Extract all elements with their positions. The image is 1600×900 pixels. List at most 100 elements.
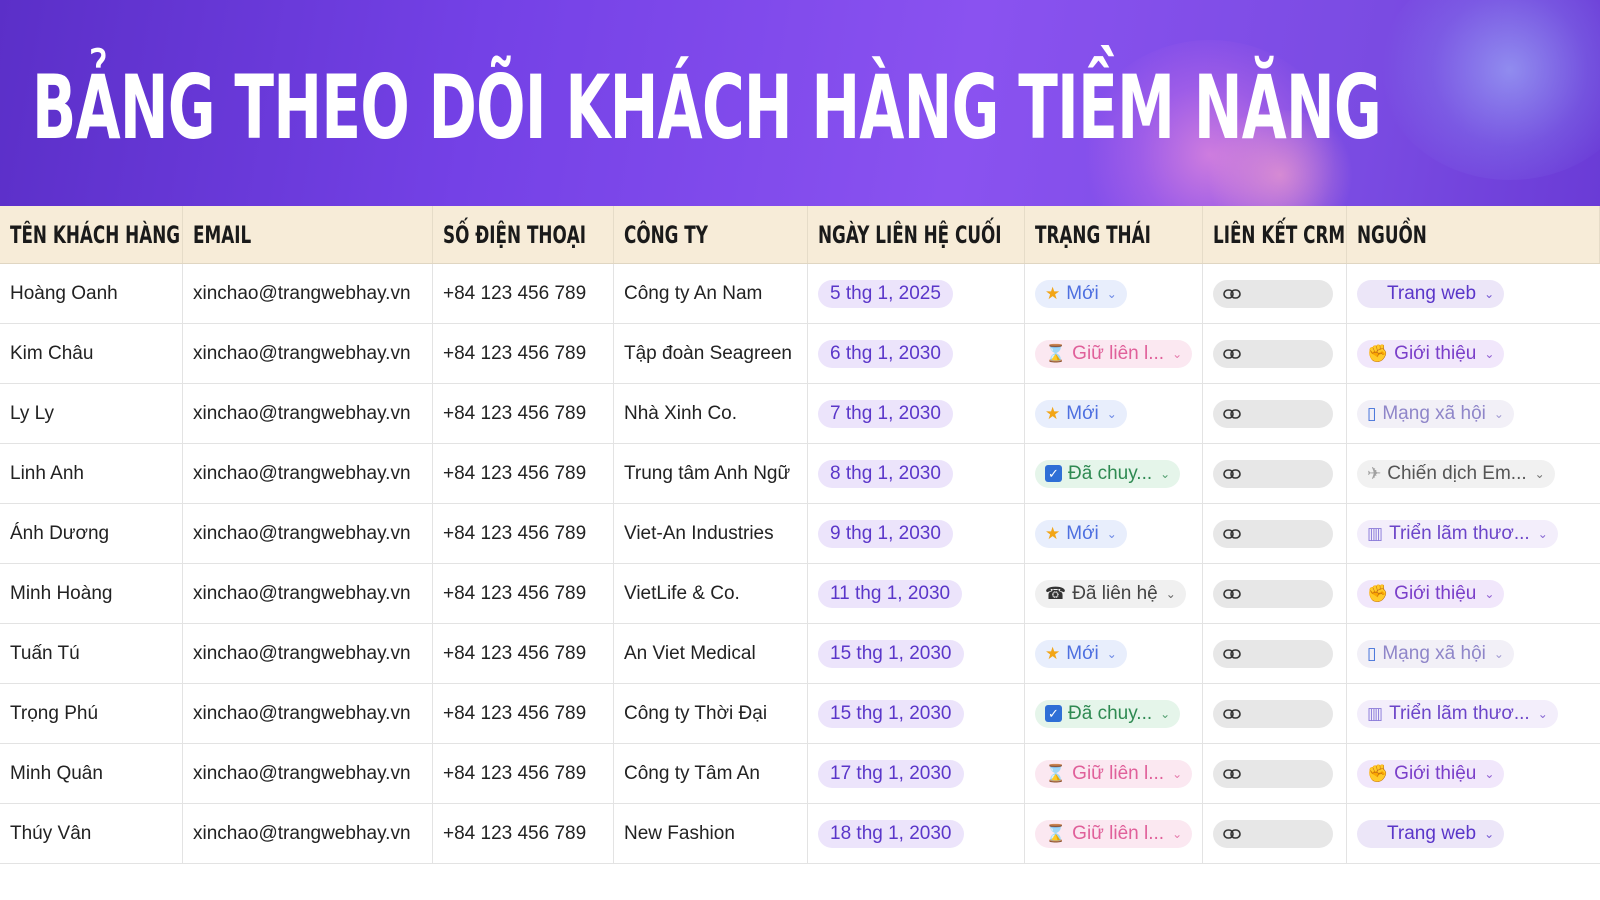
cell-status[interactable]: ⌛ Giữ liên l... ⌄	[1025, 324, 1203, 383]
cell-phone[interactable]: +84 123 456 789	[433, 324, 614, 383]
column-header-email[interactable]: EMAIL	[183, 206, 433, 263]
cell-email[interactable]: xinchao@trangwebhay.vn	[183, 444, 433, 503]
table-row[interactable]: Trọng Phú xinchao@trangwebhay.vn +84 123 4…	[0, 684, 1600, 744]
status-select[interactable]: ✓ Đã chuy... ⌄	[1035, 459, 1181, 488]
crm-link-chip[interactable]	[1213, 759, 1333, 788]
source-select[interactable]: ✈ Chiến dịch Em... ⌄	[1357, 459, 1555, 488]
cell-source[interactable]: ▯ Mạng xã hội ⌄	[1347, 624, 1600, 683]
cell-name[interactable]: Kim Châu	[0, 324, 183, 383]
status-select[interactable]: ⌛ Giữ liên l... ⌄	[1035, 339, 1193, 368]
cell-source[interactable]: ✊ Giới thiệu ⌄	[1347, 744, 1600, 803]
cell-crm-link[interactable]	[1203, 504, 1347, 563]
cell-status[interactable]: ✓ Đã chuy... ⌄	[1025, 684, 1203, 743]
cell-last-contact[interactable]: 17 thg 1, 2030	[808, 744, 1025, 803]
status-select[interactable]: ☎ Đã liên hệ ⌄	[1035, 579, 1186, 608]
table-row[interactable]: Thúy Vân xinchao@trangwebhay.vn +84 123 45…	[0, 804, 1600, 864]
table-row[interactable]: Tuấn Tú xinchao@trangwebhay.vn +84 123 456…	[0, 624, 1600, 684]
cell-name[interactable]: Minh Hoàng	[0, 564, 183, 623]
cell-status[interactable]: ★ Mới ⌄	[1025, 504, 1203, 563]
cell-company[interactable]: An Viet Medical	[614, 624, 808, 683]
cell-crm-link[interactable]	[1203, 444, 1347, 503]
status-select[interactable]: ★ Mới ⌄	[1035, 399, 1127, 428]
cell-email[interactable]: xinchao@trangwebhay.vn	[183, 264, 433, 323]
cell-crm-link[interactable]	[1203, 324, 1347, 383]
cell-crm-link[interactable]	[1203, 384, 1347, 443]
cell-email[interactable]: xinchao@trangwebhay.vn	[183, 324, 433, 383]
cell-phone[interactable]: +84 123 456 789	[433, 264, 614, 323]
cell-phone[interactable]: +84 123 456 789	[433, 444, 614, 503]
cell-email[interactable]: xinchao@trangwebhay.vn	[183, 684, 433, 743]
cell-name[interactable]: Tuấn Tú	[0, 624, 183, 683]
cell-name[interactable]: Trọng Phú	[0, 684, 183, 743]
cell-company[interactable]: Nhà Xinh Co.	[614, 384, 808, 443]
cell-phone[interactable]: +84 123 456 789	[433, 504, 614, 563]
cell-crm-link[interactable]	[1203, 804, 1347, 863]
cell-source[interactable]: ✈ Chiến dịch Em... ⌄	[1347, 444, 1600, 503]
crm-link-chip[interactable]	[1213, 639, 1333, 668]
cell-phone[interactable]: +84 123 456 789	[433, 744, 614, 803]
column-header-phone[interactable]: SỐ ĐIỆN THOẠI	[433, 206, 614, 263]
cell-company[interactable]: VietLife & Co.	[614, 564, 808, 623]
column-header-name[interactable]: TÊN KHÁCH HÀNG	[0, 206, 183, 263]
cell-status[interactable]: ★ Mới ⌄	[1025, 384, 1203, 443]
cell-email[interactable]: xinchao@trangwebhay.vn	[183, 564, 433, 623]
cell-name[interactable]: Minh Quân	[0, 744, 183, 803]
crm-link-chip[interactable]	[1213, 519, 1333, 548]
crm-link-chip[interactable]	[1213, 339, 1333, 368]
source-select[interactable]: ✊ Giới thiệu ⌄	[1357, 579, 1505, 608]
table-row[interactable]: Minh Hoàng xinchao@trangwebhay.vn +84 123 …	[0, 564, 1600, 624]
cell-source[interactable]: ▥ Triển lãm thươ... ⌄	[1347, 684, 1600, 743]
cell-phone[interactable]: +84 123 456 789	[433, 624, 614, 683]
cell-source[interactable]: ▯ Mạng xã hội ⌄	[1347, 384, 1600, 443]
cell-company[interactable]: Viet-An Industries	[614, 504, 808, 563]
cell-company[interactable]: Công ty An Nam	[614, 264, 808, 323]
cell-status[interactable]: ★ Mới ⌄	[1025, 264, 1203, 323]
table-row[interactable]: Kim Châu xinchao@trangwebhay.vn +84 123 45…	[0, 324, 1600, 384]
cell-name[interactable]: Linh Anh	[0, 444, 183, 503]
crm-link-chip[interactable]	[1213, 819, 1333, 848]
cell-crm-link[interactable]	[1203, 744, 1347, 803]
source-select[interactable]: ✊ Giới thiệu ⌄	[1357, 759, 1505, 788]
cell-email[interactable]: xinchao@trangwebhay.vn	[183, 804, 433, 863]
cell-last-contact[interactable]: 5 thg 1, 2025	[808, 264, 1025, 323]
source-select[interactable]: ✊ Giới thiệu ⌄	[1357, 339, 1505, 368]
table-row[interactable]: Ly Ly xinchao@trangwebhay.vn +84 123 456 7…	[0, 384, 1600, 444]
cell-company[interactable]: New Fashion	[614, 804, 808, 863]
cell-email[interactable]: xinchao@trangwebhay.vn	[183, 384, 433, 443]
crm-link-chip[interactable]	[1213, 399, 1333, 428]
cell-name[interactable]: Hoàng Oanh	[0, 264, 183, 323]
cell-last-contact[interactable]: 9 thg 1, 2030	[808, 504, 1025, 563]
source-select[interactable]: ▯ Mạng xã hội ⌄	[1357, 639, 1514, 668]
status-select[interactable]: ✓ Đã chuy... ⌄	[1035, 699, 1181, 728]
cell-source[interactable]: ▥ Triển lãm thươ... ⌄	[1347, 504, 1600, 563]
cell-name[interactable]: Ánh Dương	[0, 504, 183, 563]
status-select[interactable]: ⌛ Giữ liên l... ⌄	[1035, 759, 1193, 788]
source-select[interactable]: ▥ Triển lãm thươ... ⌄	[1357, 699, 1558, 728]
column-header-company[interactable]: CÔNG TY	[614, 206, 808, 263]
cell-email[interactable]: xinchao@trangwebhay.vn	[183, 744, 433, 803]
cell-last-contact[interactable]: 11 thg 1, 2030	[808, 564, 1025, 623]
cell-status[interactable]: ★ Mới ⌄	[1025, 624, 1203, 683]
cell-source[interactable]: ✊ Giới thiệu ⌄	[1347, 564, 1600, 623]
table-row[interactable]: Hoàng Oanh xinchao@trangwebhay.vn +84 123 …	[0, 264, 1600, 324]
cell-company[interactable]: Công ty Thời Đại	[614, 684, 808, 743]
cell-phone[interactable]: +84 123 456 789	[433, 804, 614, 863]
crm-link-chip[interactable]	[1213, 459, 1333, 488]
cell-source[interactable]: Trang web ⌄	[1347, 804, 1600, 863]
crm-link-chip[interactable]	[1213, 279, 1333, 308]
cell-phone[interactable]: +84 123 456 789	[433, 384, 614, 443]
source-select[interactable]: Trang web ⌄	[1357, 279, 1505, 308]
column-header-crm-link[interactable]: LIÊN KẾT CRM	[1203, 206, 1347, 263]
cell-company[interactable]: Tập đoàn Seagreen	[614, 324, 808, 383]
table-row[interactable]: Linh Anh xinchao@trangwebhay.vn +84 123 45…	[0, 444, 1600, 504]
cell-crm-link[interactable]	[1203, 624, 1347, 683]
status-select[interactable]: ★ Mới ⌄	[1035, 639, 1127, 668]
cell-source[interactable]: ✊ Giới thiệu ⌄	[1347, 324, 1600, 383]
crm-link-chip[interactable]	[1213, 579, 1333, 608]
cell-phone[interactable]: +84 123 456 789	[433, 684, 614, 743]
cell-email[interactable]: xinchao@trangwebhay.vn	[183, 624, 433, 683]
cell-source[interactable]: Trang web ⌄	[1347, 264, 1600, 323]
table-row[interactable]: Minh Quân xinchao@trangwebhay.vn +84 123 4…	[0, 744, 1600, 804]
column-header-status[interactable]: TRẠNG THÁI	[1025, 206, 1203, 263]
cell-name[interactable]: Thúy Vân	[0, 804, 183, 863]
